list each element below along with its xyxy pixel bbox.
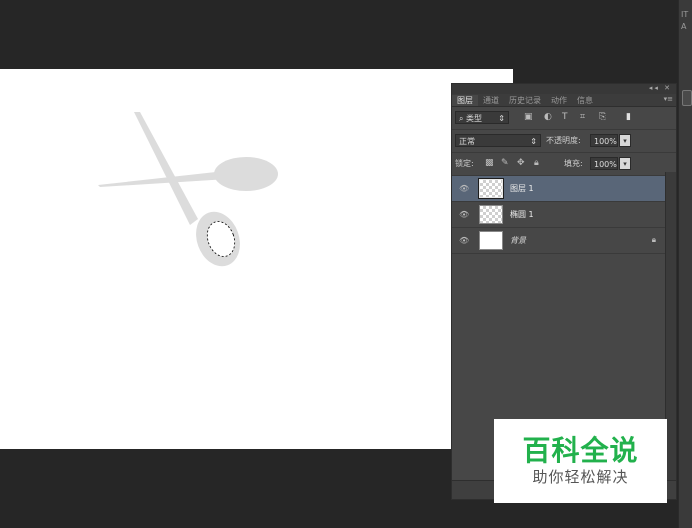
document-canvas[interactable] [0, 69, 513, 449]
eye-icon[interactable]: 👁︎ [459, 236, 469, 245]
fill-input[interactable]: 100% [590, 157, 618, 170]
character-tool-icon[interactable]: A [681, 22, 686, 31]
fill-dropdown-button[interactable]: ▾ [619, 157, 631, 170]
blend-mode-value: 正常 [459, 137, 475, 146]
tab-channels[interactable]: 通道 [478, 95, 504, 106]
layer-row-layer1[interactable]: 👁︎ 图层 1 [452, 176, 666, 202]
opacity-input[interactable]: 100% [590, 134, 618, 147]
shape-filter-icon[interactable]: ⌗ [580, 112, 585, 122]
opacity-dropdown-button[interactable]: ▾ [619, 134, 631, 147]
layer-row-background[interactable]: 👁︎ 背景 🔒︎ [452, 228, 666, 254]
lock-icon: 🔒︎ [651, 235, 656, 244]
filter-toggle-icon[interactable]: ▮ [626, 112, 631, 122]
eye-icon[interactable]: 👁︎ [459, 210, 469, 219]
background-thumbnail [479, 231, 503, 250]
opacity-label: 不透明度: [546, 136, 581, 145]
tab-info[interactable]: 信息 [572, 95, 598, 106]
blend-row: 正常 ⇕ 不透明度: 100% ▾ [452, 130, 676, 153]
blend-mode-select[interactable]: 正常 ⇕ [455, 134, 541, 147]
smart-object-filter-icon[interactable]: ⎘ [599, 112, 606, 122]
filter-kind-select[interactable]: ⌕ 类型 ⇕ [455, 111, 509, 124]
lock-position-move-icon[interactable]: ✥ [517, 158, 525, 168]
layer-row-ellipse1[interactable]: 👁︎ 椭圆 1 [452, 202, 666, 228]
search-icon: ⌕ [459, 114, 467, 123]
eye-icon[interactable]: 👁︎ [459, 184, 469, 193]
layer-thumbnail [478, 178, 504, 199]
strip-button[interactable] [682, 90, 692, 106]
lock-all-icon[interactable]: 🔒︎ [534, 158, 539, 168]
watermark-subtitle: 助你轻松解决 [532, 468, 629, 486]
layer-name: 椭圆 1 [510, 210, 534, 219]
watermark-title: 百科全说 [522, 434, 639, 467]
tab-layers[interactable]: 图层 [452, 95, 478, 106]
filter-kind-label: 类型 [466, 114, 483, 123]
scissors-artwork [98, 112, 278, 267]
layer-name: 图层 1 [510, 184, 534, 193]
lock-pixels-brush-icon[interactable]: ✎ [501, 158, 509, 168]
shape-layer-thumbnail [479, 205, 503, 224]
collapse-close-icon[interactable]: ◂◂ ✕ [649, 84, 672, 92]
chevron-updown-icon: ⇕ [498, 114, 505, 123]
lock-row: 锁定: ▩ ✎ ✥ 🔒︎ 填充: 100% ▾ [452, 153, 676, 176]
image-filter-icon[interactable]: ▣ [524, 112, 533, 122]
filter-row: ⌕ 类型 ⇕ ▣ ◐ T ⌗ ⎘ ▮ [452, 107, 676, 130]
right-tool-strip: IT A [678, 0, 692, 528]
lock-label: 锁定: [455, 159, 474, 168]
tab-actions[interactable]: 动作 [546, 95, 572, 106]
panel-tabs: 图层 通道 历史记录 动作 信息 ▾≡ [452, 94, 676, 107]
tab-history[interactable]: 历史记录 [504, 95, 546, 106]
fill-label: 填充: [564, 159, 583, 168]
type-tool-icon[interactable]: IT [681, 10, 688, 19]
adjustment-filter-icon[interactable]: ◐ [544, 112, 552, 122]
panel-title-bar[interactable]: ◂◂ ✕ [452, 84, 676, 94]
panel-menu-icon[interactable]: ▾≡ [664, 95, 673, 103]
type-filter-icon[interactable]: T [562, 112, 568, 122]
watermark-logo: 百科全说 助你轻松解决 [494, 419, 667, 503]
chevron-updown-icon: ⇕ [530, 137, 537, 146]
layer-name: 背景 [510, 236, 526, 245]
lock-transparent-icon[interactable]: ▩ [485, 158, 494, 168]
